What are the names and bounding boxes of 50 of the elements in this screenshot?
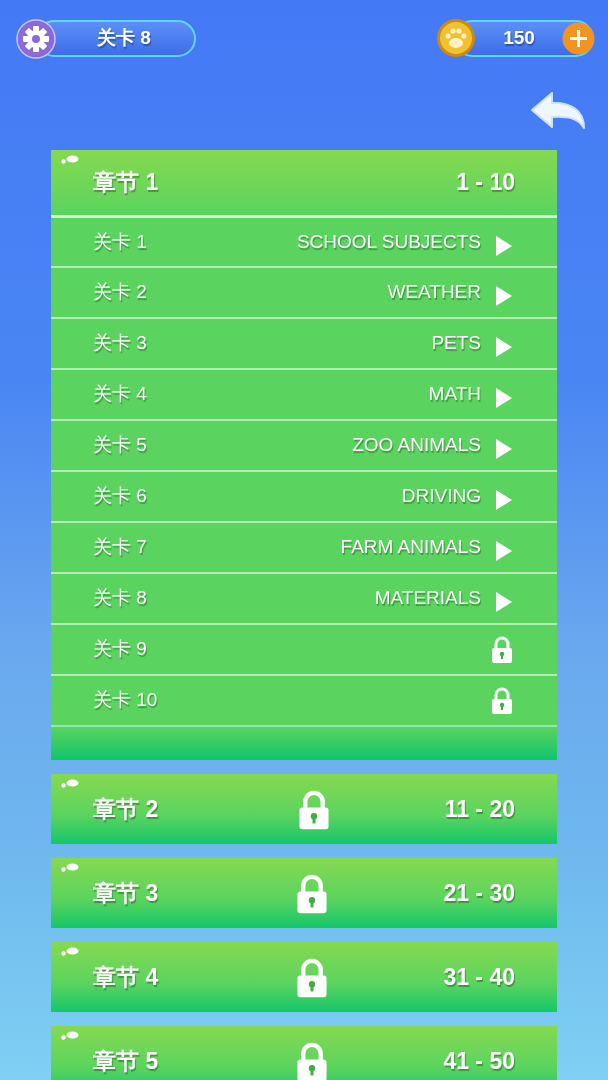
level-topic: ZOO ANIMALS bbox=[352, 433, 481, 458]
level-label: 关卡 5 bbox=[93, 433, 147, 458]
level-topic: DRIVING bbox=[401, 484, 481, 509]
coin-icon bbox=[436, 18, 476, 58]
chapter-title: 章节 2 bbox=[93, 794, 159, 824]
chapter-title: 章节 4 bbox=[93, 962, 159, 992]
level-row[interactable]: 关卡 5 ZOO ANIMALS bbox=[51, 419, 557, 470]
chapter-range: 1 - 10 bbox=[456, 168, 515, 198]
add-coins-button[interactable] bbox=[562, 22, 595, 55]
level-row[interactable]: 关卡 7 FARM ANIMALS bbox=[51, 521, 557, 572]
level-label: 关卡 8 bbox=[93, 586, 147, 611]
shine-icon bbox=[61, 1031, 79, 1040]
shine-icon bbox=[61, 863, 79, 872]
chapter-range: 41 - 50 bbox=[443, 1046, 515, 1076]
level-topic: WEATHER bbox=[387, 280, 481, 305]
level-row[interactable]: 关卡 3 PETS bbox=[51, 317, 557, 368]
chapter-title: 章节 5 bbox=[93, 1046, 159, 1076]
level-label: 关卡 2 bbox=[93, 280, 147, 305]
chapter-card[interactable]: 章节 2 11 - 20 bbox=[51, 774, 557, 844]
level-label: 关卡 10 bbox=[93, 688, 158, 713]
level-label: 关卡 7 bbox=[93, 535, 147, 560]
level-label: 关卡 3 bbox=[93, 331, 147, 356]
level-row[interactable]: 关卡 4 MATH bbox=[51, 368, 557, 419]
level-label: 关卡 6 bbox=[93, 484, 147, 509]
level-topic: MATH bbox=[428, 382, 481, 407]
settings-button[interactable] bbox=[16, 19, 56, 59]
chapter-range: 21 - 30 bbox=[443, 878, 515, 908]
level-topic: PETS bbox=[431, 331, 481, 356]
chapter-title: 章节 3 bbox=[93, 878, 159, 908]
level-label: 关卡 1 bbox=[93, 229, 147, 254]
level-row[interactable]: 关卡 6 DRIVING bbox=[51, 470, 557, 521]
chapter-card[interactable]: 章节 5 41 - 50 bbox=[51, 1026, 557, 1080]
chapter-range: 31 - 40 bbox=[443, 962, 515, 992]
back-button[interactable] bbox=[530, 90, 586, 132]
level-label: 关卡 4 bbox=[93, 382, 147, 407]
chapter-title: 章节 1 bbox=[93, 168, 159, 198]
chapter-card[interactable]: 章节 4 31 - 40 bbox=[51, 942, 557, 1012]
chapter-range: 11 - 20 bbox=[444, 794, 515, 824]
chapter-card[interactable]: 章节 3 21 - 30 bbox=[51, 858, 557, 928]
level-row[interactable]: 关卡 1 SCHOOL SUBJECTS bbox=[51, 215, 557, 266]
shine-icon bbox=[61, 947, 79, 956]
level-topic: MATERIALS bbox=[374, 586, 481, 611]
level-topic: FARM ANIMALS bbox=[340, 535, 481, 560]
level-topic: SCHOOL SUBJECTS bbox=[296, 229, 481, 254]
chapter-card[interactable]: 章节 1 1 - 10 关卡 1 SCHOOL SUBJECTS 关卡 2 WEATHER 关卡 3 PETS 关卡 4 MATH 关卡 5 ZOO ANIMALS 关卡 6 DRIVING 关卡 7 FARM ANIMALS 关卡 8 MATERIALS 关卡 9 关卡 10 bbox=[51, 150, 557, 760]
level-label: 关卡 9 bbox=[93, 637, 147, 662]
shine-icon bbox=[61, 779, 79, 788]
level-row[interactable]: 关卡 2 WEATHER bbox=[51, 266, 557, 317]
shine-icon bbox=[61, 155, 79, 164]
level-row[interactable]: 关卡 8 MATERIALS bbox=[51, 572, 557, 623]
